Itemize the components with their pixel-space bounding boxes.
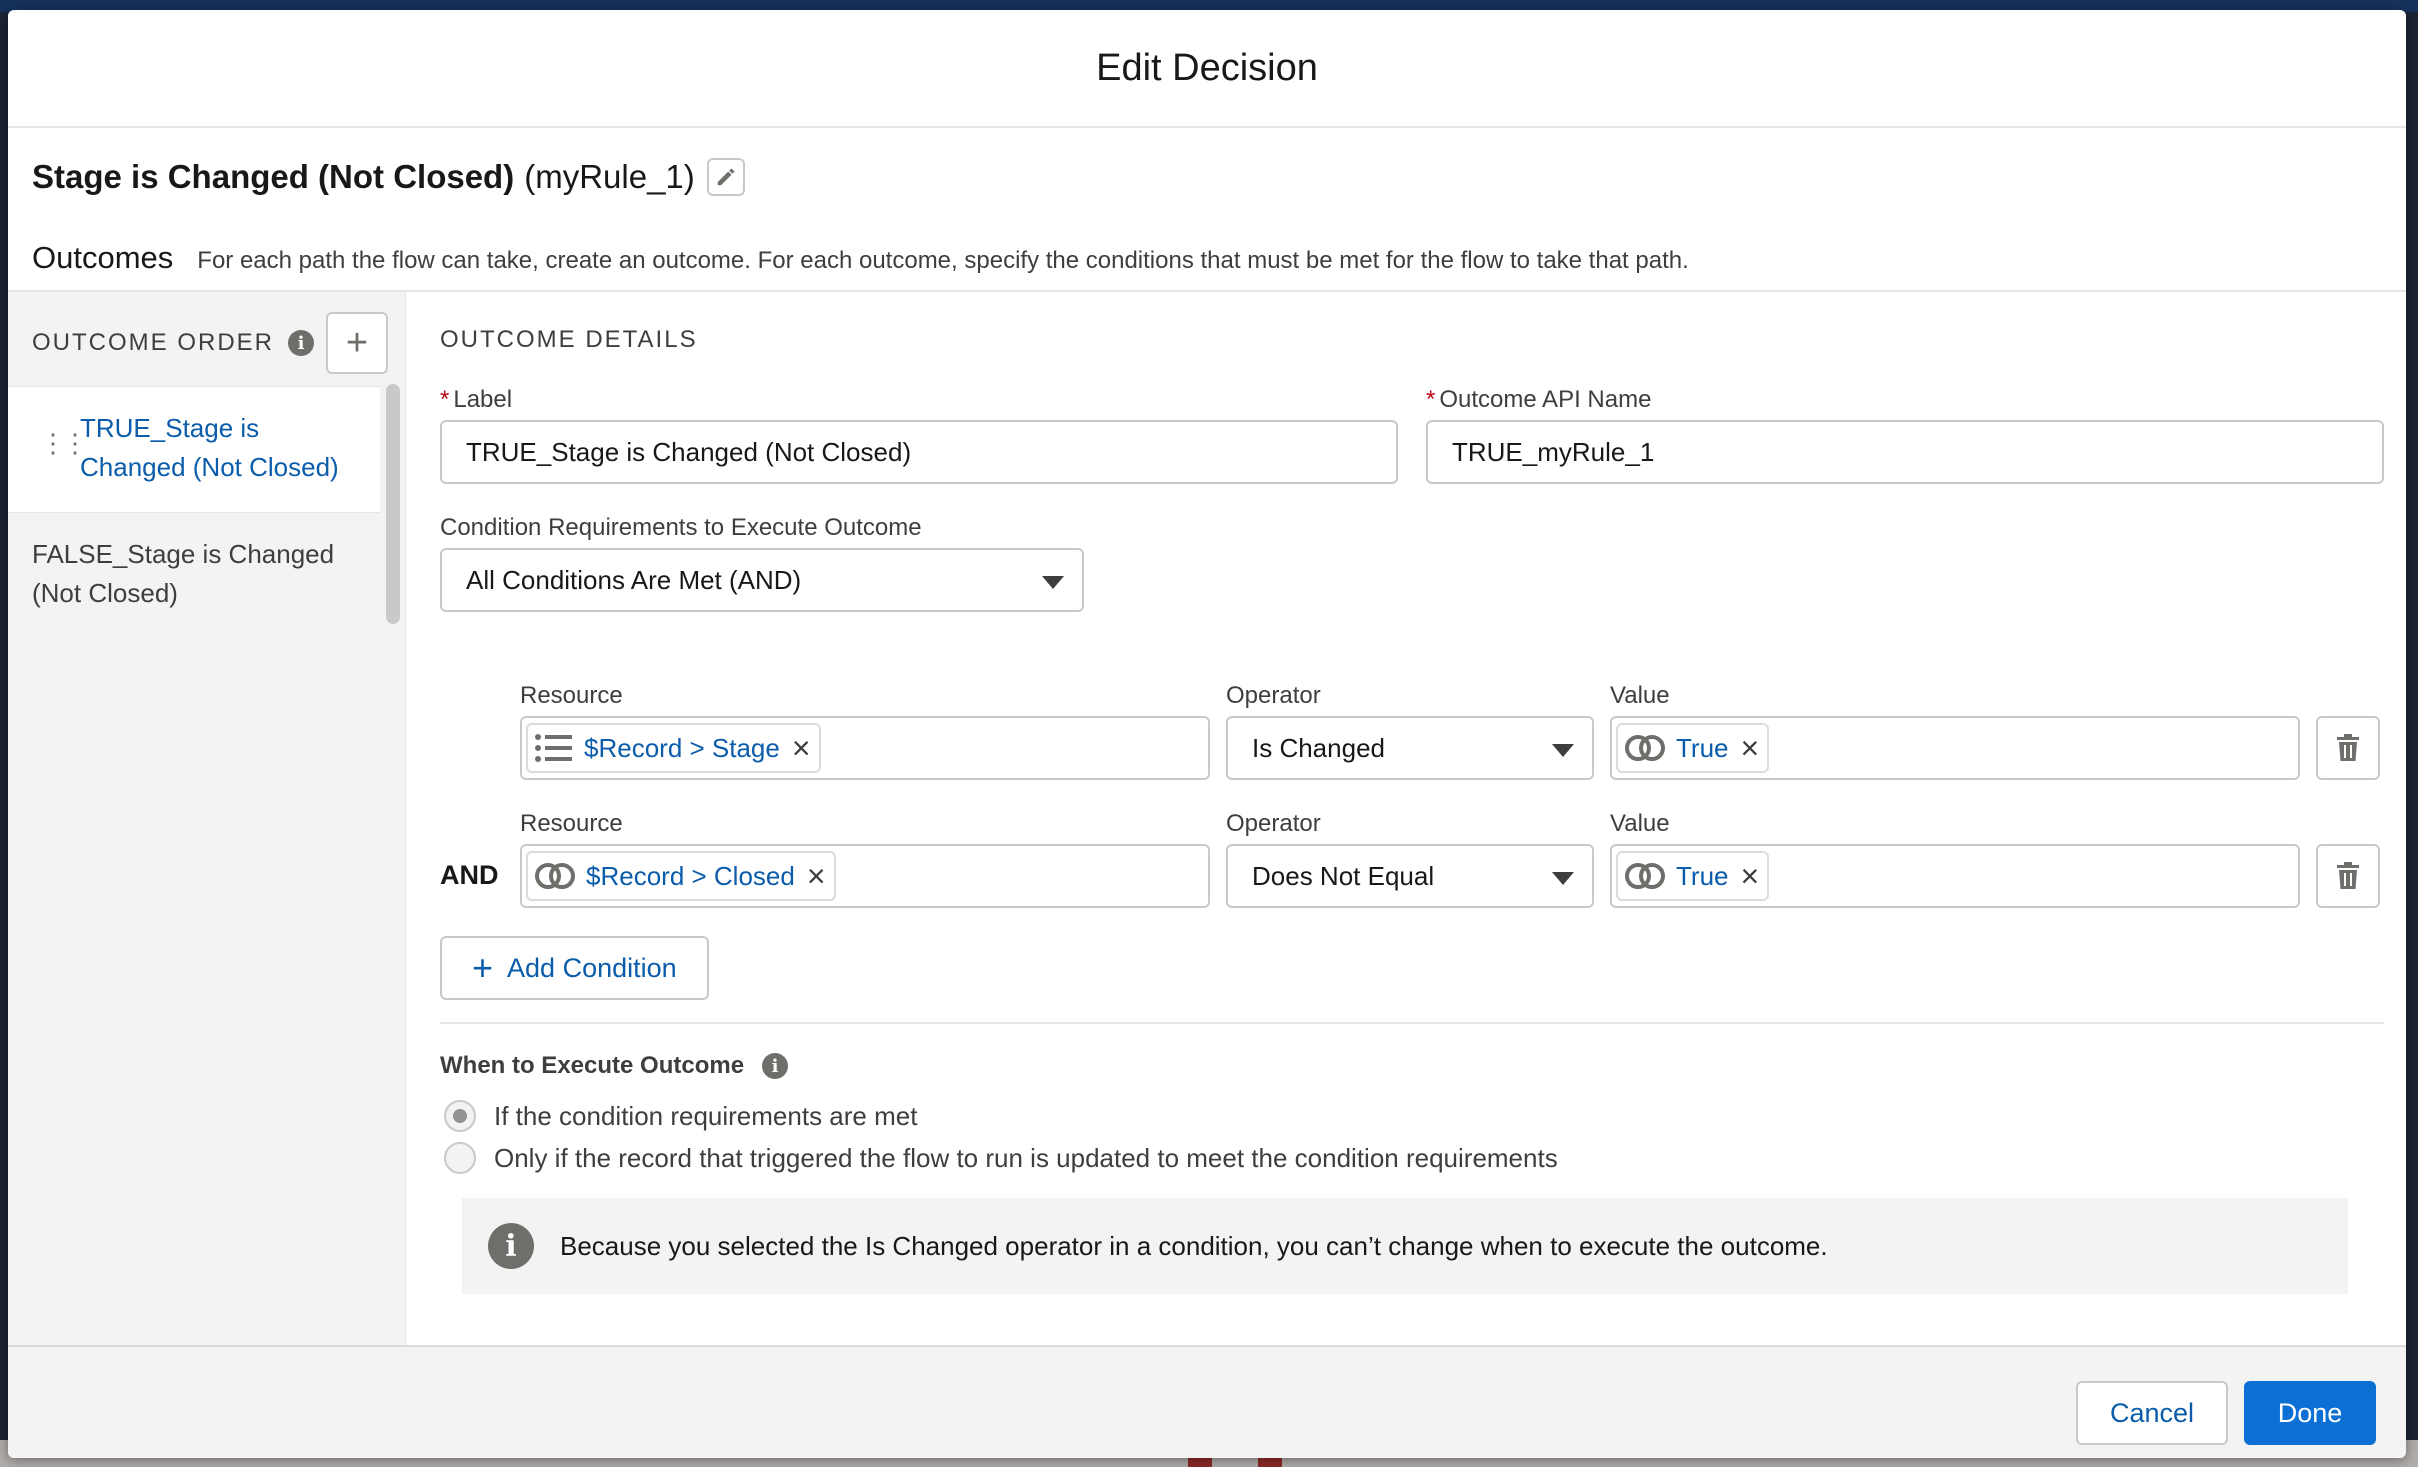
add-condition-label: Add Condition <box>507 952 677 983</box>
outcome-details-panel: OUTCOME DETAILS * Label TRUE_Stage is Cha… <box>406 292 2406 1345</box>
rule-api-name: (myRule_1) <box>524 158 695 195</box>
outcome-order-header: OUTCOME ORDER i + <box>32 312 388 374</box>
operator-value: Does Not Equal <box>1252 860 1435 891</box>
close-icon[interactable]: × <box>1741 860 1760 892</box>
cancel-button[interactable]: Cancel <box>2076 1381 2228 1445</box>
radio-option-label: Only if the record that triggered the fl… <box>494 1142 1558 1173</box>
value-pill-label: True <box>1676 860 1729 891</box>
value-field[interactable]: True × <box>1610 844 2300 908</box>
radio-option-label: If the condition requirements are met <box>494 1100 918 1131</box>
outcome-order-label: OUTCOME ORDER <box>32 329 274 356</box>
outcome-item-true[interactable]: ⋮⋮ TRUE_Stage is Changed (Not Closed) <box>8 386 380 512</box>
execute-notice: i Because you selected the Is Changed op… <box>462 1198 2348 1294</box>
add-condition-button[interactable]: + Add Condition <box>440 936 709 1000</box>
chevron-down-icon <box>1042 576 1064 589</box>
operator-label: Operator <box>1226 810 1321 837</box>
resource-field[interactable]: $Record > Stage × <box>520 716 1210 780</box>
boolean-icon <box>1624 861 1666 891</box>
label-input-value: TRUE_Stage is Changed (Not Closed) <box>466 436 912 467</box>
outcomes-description: For each path the flow can take, create … <box>197 247 1689 274</box>
required-marker: * <box>1426 386 1436 413</box>
close-icon[interactable]: × <box>792 732 811 764</box>
modal-footer: Cancel Done <box>8 1345 2406 1458</box>
modal-header: Edit Decision <box>8 10 2406 128</box>
resource-pill-label: $Record > Closed <box>586 860 795 891</box>
condition-requirements-value: All Conditions Are Met (AND) <box>466 564 802 595</box>
condition-requirements-select[interactable]: All Conditions Are Met (AND) <box>440 548 1084 612</box>
edit-decision-modal: Edit Decision Stage is Changed (Not Clos… <box>8 10 2406 1458</box>
operator-label: Operator <box>1226 682 1321 709</box>
outcome-list-scrollbar[interactable] <box>386 384 400 624</box>
chevron-down-icon <box>1552 872 1574 885</box>
outcome-item-label: TRUE_Stage is Changed (Not Closed) <box>80 413 339 482</box>
value-pill[interactable]: True × <box>1616 851 1770 901</box>
trash-icon <box>2337 862 2359 889</box>
value-field[interactable]: True × <box>1610 716 2300 780</box>
label-input[interactable]: TRUE_Stage is Changed (Not Closed) <box>440 420 1398 484</box>
outcomes-title: Outcomes <box>32 240 174 275</box>
value-label: Value <box>1610 682 1670 709</box>
radio-option-updated[interactable]: Only if the record that triggered the fl… <box>444 1142 1558 1174</box>
boolean-icon <box>1624 733 1666 763</box>
list-icon <box>534 733 574 763</box>
outcome-order-panel: OUTCOME ORDER i + ⋮⋮ TRUE_Stage is Chang… <box>8 292 406 1345</box>
resource-label: Resource <box>520 682 623 709</box>
info-icon[interactable]: i <box>762 1053 789 1079</box>
chevron-down-icon <box>1552 744 1574 757</box>
label-field-label: * Label <box>440 386 513 413</box>
plus-icon: + <box>472 947 494 988</box>
condition-connector: AND <box>440 860 499 890</box>
delete-condition-button[interactable] <box>2316 844 2380 908</box>
api-name-field-label: * Outcome API Name <box>1426 386 1652 413</box>
boolean-icon <box>534 861 576 891</box>
required-marker: * <box>440 386 450 413</box>
rule-title: Stage is Changed (Not Closed) (myRule_1) <box>32 158 745 196</box>
radio-selected-dot <box>453 1109 467 1123</box>
resource-field[interactable]: $Record > Closed × <box>520 844 1210 908</box>
operator-value: Is Changed <box>1252 732 1385 763</box>
value-pill[interactable]: True × <box>1616 723 1770 773</box>
notice-text: Because you selected the Is Changed oper… <box>560 1230 1828 1261</box>
section-divider <box>440 1022 2384 1024</box>
outcome-details-heading: OUTCOME DETAILS <box>440 326 698 353</box>
close-icon[interactable]: × <box>1741 732 1760 764</box>
when-execute-heading: When to Execute Outcome i <box>440 1052 789 1080</box>
radio-option-met[interactable]: If the condition requirements are met <box>444 1100 917 1132</box>
scrollbar-thumb[interactable] <box>386 384 400 624</box>
radio-button[interactable] <box>444 1142 476 1174</box>
rule-name: Stage is Changed (Not Closed) <box>32 158 515 195</box>
info-icon[interactable]: i <box>288 330 314 356</box>
resource-pill[interactable]: $Record > Closed × <box>526 851 836 901</box>
value-label: Value <box>1610 810 1670 837</box>
trash-icon <box>2337 734 2359 761</box>
add-outcome-button[interactable]: + <box>326 312 388 374</box>
operator-select[interactable]: Is Changed <box>1226 716 1594 780</box>
condition-requirements-label: Condition Requirements to Execute Outcom… <box>440 514 922 541</box>
resource-pill[interactable]: $Record > Stage × <box>526 723 821 773</box>
pencil-icon <box>717 168 735 186</box>
plus-icon: + <box>345 321 369 364</box>
outcomes-body: OUTCOME ORDER i + ⋮⋮ TRUE_Stage is Chang… <box>8 290 2406 1345</box>
radio-button[interactable] <box>444 1100 476 1132</box>
info-icon: i <box>488 1223 534 1269</box>
operator-select[interactable]: Does Not Equal <box>1226 844 1594 908</box>
delete-condition-button[interactable] <box>2316 716 2380 780</box>
outcome-list: ⋮⋮ TRUE_Stage is Changed (Not Closed) FA… <box>8 386 380 638</box>
drag-handle-icon[interactable]: ⋮⋮ <box>40 430 88 456</box>
resource-pill-label: $Record > Stage <box>584 732 780 763</box>
close-icon[interactable]: × <box>807 860 826 892</box>
resource-label: Resource <box>520 810 623 837</box>
done-button[interactable]: Done <box>2244 1381 2376 1445</box>
outcome-item-false[interactable]: FALSE_Stage is Changed (Not Closed) <box>8 512 380 638</box>
outcome-item-label: FALSE_Stage is Changed (Not Closed) <box>32 539 335 608</box>
api-name-input-value: TRUE_myRule_1 <box>1452 436 1655 467</box>
api-name-input[interactable]: TRUE_myRule_1 <box>1426 420 2384 484</box>
value-pill-label: True <box>1676 732 1729 763</box>
modal-title: Edit Decision <box>1096 46 1318 89</box>
outcomes-header: Outcomes For each path the flow can take… <box>32 240 1689 276</box>
edit-rule-button[interactable] <box>706 158 745 196</box>
